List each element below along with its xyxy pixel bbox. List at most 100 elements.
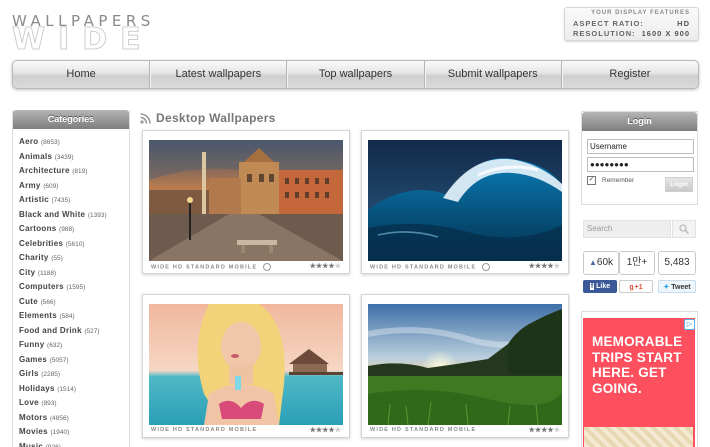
wallpaper-card[interactable]: WIDE HD STANDARD MOBILE ★★★★★ xyxy=(142,130,350,274)
tweet-button[interactable]: ✦ Tweet xyxy=(658,280,696,293)
nav-top-wallpapers[interactable]: Top wallpapers xyxy=(287,61,425,88)
category-count: (584) xyxy=(59,313,75,320)
category-count: (566) xyxy=(40,298,56,306)
remember-row[interactable]: ✓ Remember xyxy=(587,176,634,185)
category-item[interactable]: Computers (1595) xyxy=(19,280,129,295)
category-name: Games xyxy=(19,354,48,364)
category-count: (632) xyxy=(47,342,63,349)
thumbs-up-icon: ▲ xyxy=(588,258,597,267)
adchoices-icon[interactable]: ▷ xyxy=(684,319,695,330)
aspect-ratio-value: HD xyxy=(677,19,690,28)
section-title-text: Desktop Wallpapers xyxy=(156,111,276,125)
nav-register[interactable]: Register xyxy=(562,61,698,88)
category-count: (926) xyxy=(45,443,61,447)
category-item[interactable]: Elements (584) xyxy=(19,309,129,324)
category-count: (5610) xyxy=(65,240,85,248)
nav-submit-wallpapers[interactable]: Submit wallpapers xyxy=(425,61,562,88)
rating-stars[interactable]: ★★★★★ xyxy=(310,426,341,434)
category-item[interactable]: City (1188) xyxy=(19,266,129,281)
category-item[interactable]: Artistic (7435) xyxy=(19,193,129,208)
search-box: Search xyxy=(583,220,696,238)
category-name: Funny xyxy=(19,340,45,349)
wallpaper-thumbnail[interactable] xyxy=(368,304,562,425)
category-name: Computers xyxy=(19,282,64,291)
nav-latest-wallpapers[interactable]: Latest wallpapers xyxy=(150,61,288,88)
category-name: Cartoons xyxy=(19,224,57,233)
category-item[interactable]: Love (893) xyxy=(19,396,129,411)
category-count: (527) xyxy=(84,327,100,335)
category-item[interactable]: Funny (632) xyxy=(19,338,129,353)
twitter-count: 5,483 xyxy=(658,251,696,275)
category-name: Elements xyxy=(19,311,57,320)
wallpaper-formats: WIDE HD STANDARD MOBILE xyxy=(370,427,477,433)
category-item[interactable]: Movies (1940) xyxy=(19,425,129,440)
category-name: Artistic xyxy=(19,195,49,204)
wallpaper-card[interactable]: WIDE HD STANDARD MOBILE ★★★★★ xyxy=(361,130,569,274)
aspect-ratio-label: ASPECT RATIO: xyxy=(573,19,644,28)
wallpaper-formats: WIDE HD STANDARD MOBILE xyxy=(151,264,258,271)
rating-stars[interactable]: ★★★★★ xyxy=(529,262,560,270)
category-name: Charity xyxy=(19,253,49,262)
twitter-share: 5,483 ✦ Tweet xyxy=(658,251,696,293)
resolution-label: RESOLUTION: xyxy=(573,29,636,38)
aspect-ratio-row: ASPECT RATIO: HD xyxy=(573,19,690,28)
login-button[interactable]: Login xyxy=(665,177,693,192)
category-count: (1514) xyxy=(57,385,77,393)
category-item[interactable]: Girls (2285) xyxy=(19,367,129,382)
wallpaper-card[interactable]: WIDE HD STANDARD MOBILE ★★★★★ xyxy=(361,294,569,438)
wallpaper-formats: WIDE HD STANDARD MOBILE xyxy=(151,427,258,433)
cc-icon xyxy=(263,263,272,271)
category-item[interactable]: Holidays (1514) xyxy=(19,382,129,397)
rss-icon[interactable] xyxy=(140,112,151,124)
category-name: Aero xyxy=(19,137,39,146)
category-item[interactable]: Aero (8653) xyxy=(19,135,129,150)
category-item[interactable]: Food and Drink (527) xyxy=(19,324,129,339)
category-name: Cute xyxy=(19,296,38,306)
category-item[interactable]: Cute (566) xyxy=(19,295,129,310)
username-field[interactable] xyxy=(587,139,694,154)
search-input[interactable]: Search xyxy=(583,220,671,238)
wallpaper-meta: WIDE HD STANDARD MOBILE ★★★★★ xyxy=(370,263,560,271)
category-count: (893) xyxy=(41,400,57,407)
remember-checkbox[interactable]: ✓ xyxy=(587,176,596,185)
category-name: Black and White xyxy=(19,209,86,219)
wallpaper-meta: WIDE HD STANDARD MOBILE ★★★★★ xyxy=(151,427,341,435)
main-nav: Home Latest wallpapers Top wallpapers Su… xyxy=(12,60,699,89)
wallpaper-thumbnail[interactable] xyxy=(368,140,562,261)
wallpaper-thumbnail[interactable] xyxy=(149,140,343,261)
category-item[interactable]: Army (609) xyxy=(19,179,129,194)
nav-home[interactable]: Home xyxy=(13,61,151,88)
site-logo[interactable]: WALLPAPERS WIDE xyxy=(12,12,197,55)
category-item[interactable]: Motors (4856) xyxy=(19,411,129,426)
ad-banner[interactable]: MEMORABLE TRIPS START HERE. GET GOING. xyxy=(583,318,695,447)
category-count: (609) xyxy=(43,182,59,190)
wallpaper-card[interactable]: WIDE HD STANDARD MOBILE ★★★★★ xyxy=(142,294,350,438)
category-name: Animals xyxy=(19,151,53,161)
category-item[interactable]: Black and White (1393) xyxy=(19,208,129,223)
rating-stars[interactable]: ★★★★★ xyxy=(310,262,341,270)
wallpaper-thumbnail[interactable] xyxy=(149,304,343,425)
rating-stars[interactable]: ★★★★★ xyxy=(529,426,560,434)
category-name: Girls xyxy=(19,369,39,378)
category-count: (4856) xyxy=(50,414,69,422)
twitter-icon: ✦ xyxy=(663,284,670,291)
category-item[interactable]: Music (926) xyxy=(19,440,129,447)
category-item[interactable]: Games (5057) xyxy=(19,353,129,368)
category-count: (5057) xyxy=(49,356,69,364)
category-item[interactable]: Architecture (819) xyxy=(19,164,129,179)
category-item[interactable]: Celebrities (5610) xyxy=(19,237,129,252)
category-count: (1595) xyxy=(66,284,86,291)
category-name: Movies xyxy=(19,427,48,436)
google-plus-button[interactable]: g+1 xyxy=(619,280,653,293)
wallpaper-meta: WIDE HD STANDARD MOBILE ★★★★★ xyxy=(370,427,560,435)
category-item[interactable]: Cartoons (988) xyxy=(19,222,129,237)
search-button[interactable] xyxy=(672,220,696,238)
advertisement[interactable]: MEMORABLE TRIPS START HERE. GET GOING. ▷ xyxy=(581,311,698,447)
category-item[interactable]: Animals (3439) xyxy=(19,150,129,165)
categories-title: Categories xyxy=(13,110,129,129)
category-count: (1393) xyxy=(87,211,107,219)
facebook-like-button[interactable]: f Like xyxy=(583,280,617,293)
category-item[interactable]: Charity (55) xyxy=(19,251,129,266)
password-field[interactable] xyxy=(587,157,694,172)
page: WALLPAPERS WIDE YOUR DISPLAY FEATURES AS… xyxy=(0,0,710,447)
